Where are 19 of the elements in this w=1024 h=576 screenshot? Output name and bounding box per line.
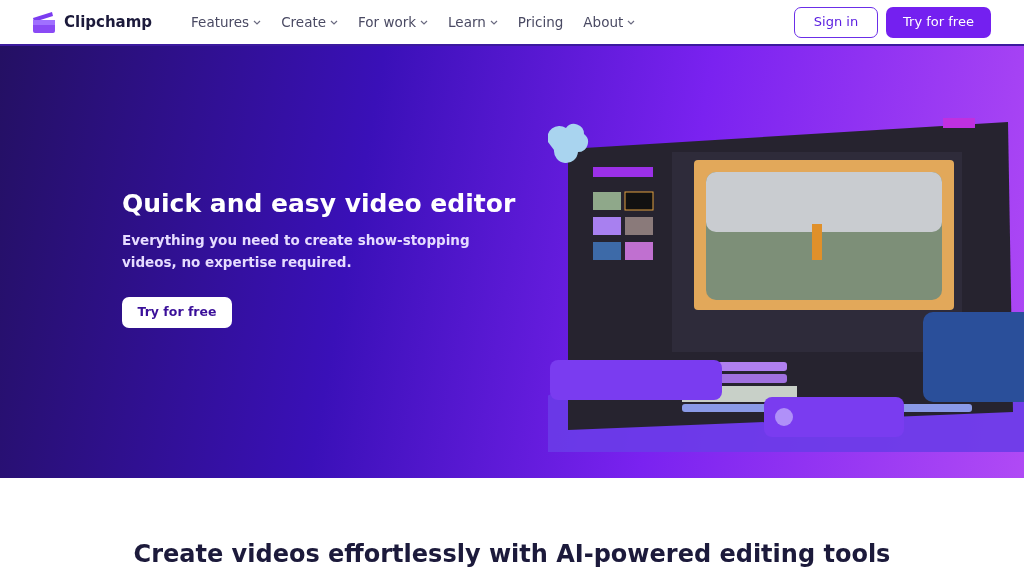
chevron-icon [489,19,498,25]
chevron-icon [253,19,262,25]
chevron-icon [627,19,636,25]
nav-dropdown[interactable]: Learn [448,11,498,33]
section-heading: Create videos effortlessly with AI-powered editing tools [132,540,892,569]
hero-title: Quick and easy video editor [122,188,516,220]
nav-dropdown[interactable]: About [583,11,636,33]
nav-dropdown[interactable]: For work [358,11,429,33]
chevron-icon [330,19,338,25]
chevron-icon [420,19,429,25]
nav-link[interactable]: Pricing [517,11,564,33]
nav-dropdown[interactable]: Create [281,11,338,33]
sign-in-button[interactable]: Sign in [794,6,878,38]
try-free-button[interactable]: Try for free [886,6,991,38]
nav-dropdown[interactable]: Features [191,11,262,33]
brand-name[interactable]: Clipchamp [64,10,153,34]
logo-icon[interactable] [32,11,56,33]
try-free-button[interactable]: Try for free [122,297,232,329]
hero-subtitle: Everything you need to create show-stopping videos, no expertise required. [122,230,471,272]
